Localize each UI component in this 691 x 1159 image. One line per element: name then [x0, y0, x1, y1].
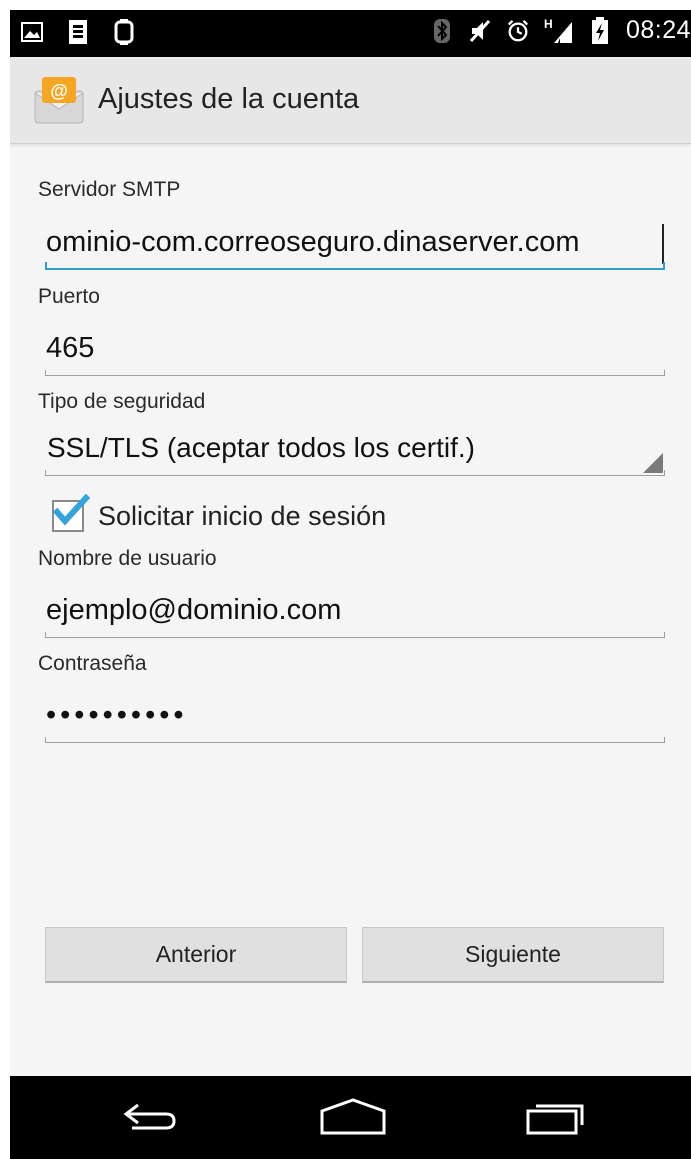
require-login-row[interactable]: Solicitar inicio de sesión [52, 494, 387, 536]
next-button[interactable]: Siguiente [362, 927, 664, 983]
security-type-dropdown[interactable]: SSL/TLS (aceptar todos los certif.) [45, 430, 665, 476]
password-underline [45, 737, 665, 743]
smtp-server-input[interactable]: ominio-com.correoseguro.dinaserver.com [45, 224, 665, 270]
sim-icon [66, 20, 90, 44]
dropdown-arrow-icon [643, 453, 663, 473]
alarm-icon [506, 19, 530, 43]
home-icon[interactable] [318, 1092, 388, 1142]
smtp-server-label: Servidor SMTP [38, 178, 181, 201]
smtp-server-underline [45, 262, 665, 270]
port-label: Puerto [38, 285, 100, 308]
recents-icon[interactable] [520, 1092, 590, 1142]
page-title: Ajustes de la cuenta [98, 83, 360, 115]
password-label: Contraseña [38, 652, 147, 675]
require-login-checkbox[interactable] [52, 494, 90, 532]
battery-icon [588, 16, 612, 44]
port-input[interactable]: 465 [45, 330, 665, 376]
signal-icon: H [543, 16, 574, 43]
email-app-icon[interactable]: @ [32, 77, 86, 125]
username-label: Nombre de usuario [38, 547, 217, 570]
image-icon [20, 20, 44, 44]
checkmark-icon [52, 494, 90, 526]
password-value: •••••••••• [46, 699, 188, 731]
security-type-underline [45, 470, 665, 476]
previous-button[interactable]: Anterior [45, 927, 347, 983]
network-type-label: H [543, 16, 553, 31]
watch-icon [112, 19, 136, 45]
port-underline [45, 370, 665, 376]
security-type-label: Tipo de seguridad [38, 390, 206, 413]
username-underline [45, 632, 665, 638]
text-cursor [662, 224, 664, 264]
require-login-label: Solicitar inicio de sesión [98, 500, 387, 531]
status-bar: H 08:24 [10, 10, 691, 57]
password-input[interactable]: •••••••••• [45, 697, 665, 743]
clock: 08:24 [625, 16, 691, 44]
svg-text:@: @ [50, 81, 68, 101]
port-value: 465 [46, 332, 95, 364]
action-bar: @ Ajustes de la cuenta [10, 57, 691, 144]
smtp-server-value: ominio-com.correoseguro.dinaserver.com [46, 226, 580, 258]
username-value: ejemplo@dominio.com [46, 594, 342, 626]
username-input[interactable]: ejemplo@dominio.com [45, 592, 665, 638]
screen: H 08:24 @ Ajustes de la cuenta Servidor … [10, 10, 691, 1159]
back-icon[interactable] [115, 1092, 185, 1142]
mute-icon [468, 19, 492, 43]
security-type-value: SSL/TLS (aceptar todos los certif.) [47, 432, 475, 463]
bluetooth-icon [430, 18, 454, 43]
navigation-bar [10, 1076, 691, 1159]
